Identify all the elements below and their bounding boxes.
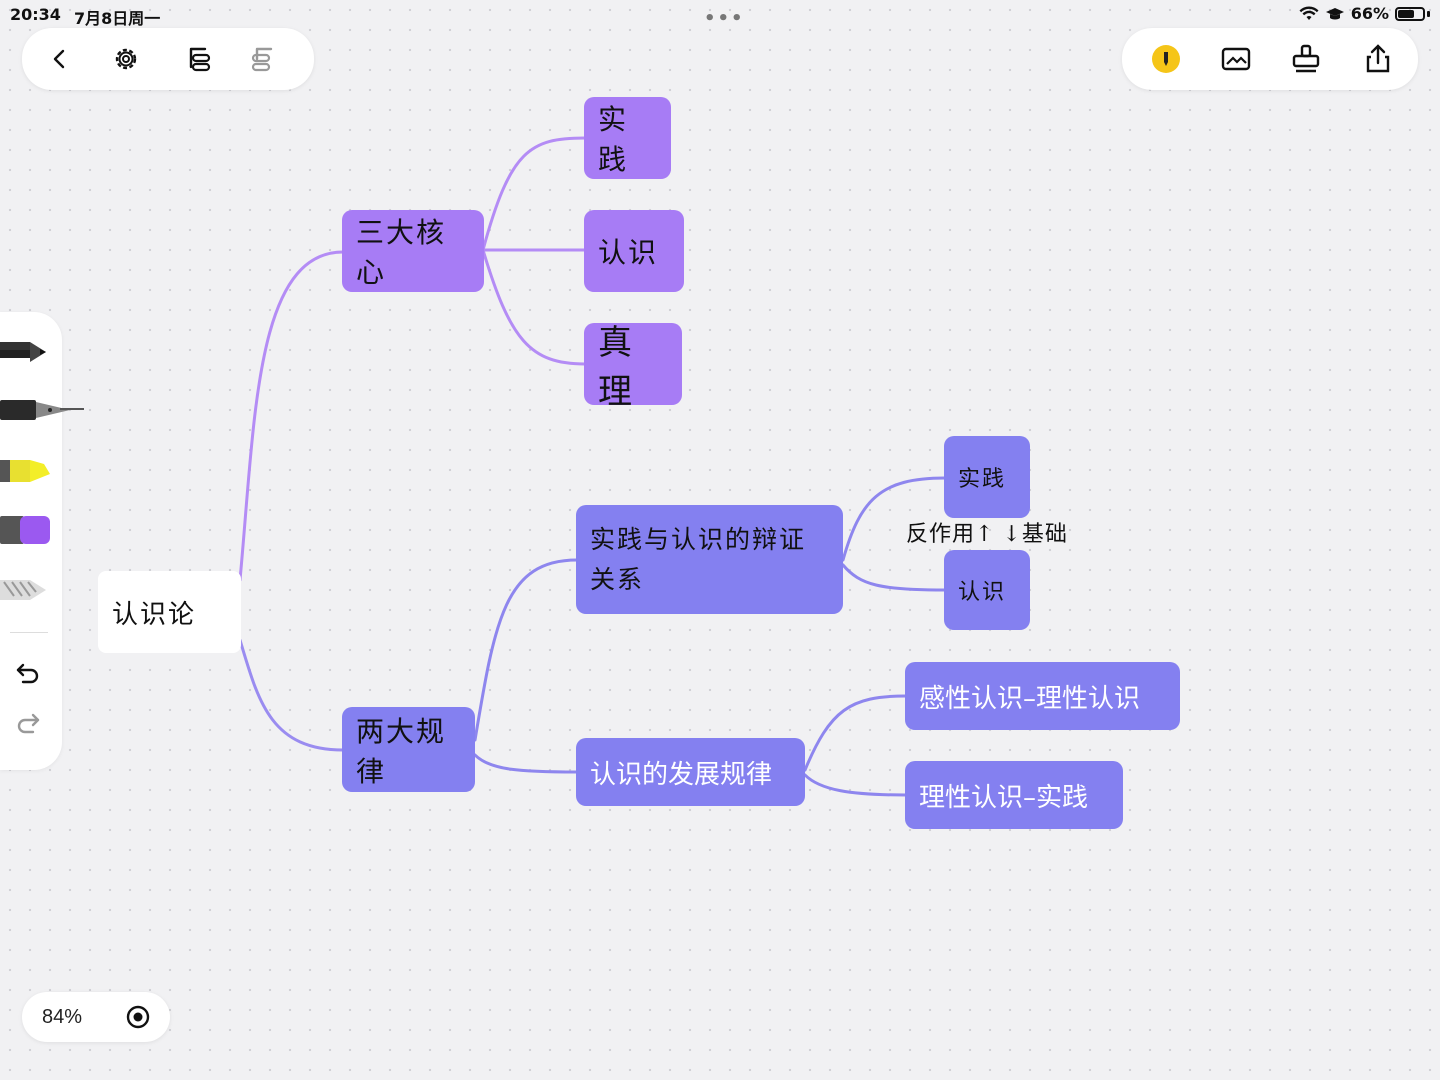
core-practice-label: 实践 (598, 103, 629, 176)
node-three-cores[interactable]: 三大核心 (342, 210, 484, 292)
node-relation-practice[interactable]: 实践 (944, 436, 1030, 518)
connector-relation-cognition (841, 563, 947, 592)
connector-development-rational (803, 773, 908, 797)
core-truth-label: 真理 (598, 323, 634, 412)
handwritten-annotation: 反作用↑ ↓基础 (906, 522, 1068, 547)
connector-laws-relation (473, 558, 579, 742)
connector-development-perceptual (803, 694, 908, 772)
node-perceptual-rational[interactable]: 感性认识–理性认识 (905, 662, 1180, 730)
zoom-control[interactable]: 84% (22, 992, 170, 1042)
node-core-truth[interactable]: 真理 (584, 323, 682, 412)
root-label: 认识论 (112, 599, 197, 630)
three-cores-label: 三大核心 (356, 216, 447, 289)
development-law-label: 认识的发展规律 (590, 759, 773, 790)
node-dialectical-relation[interactable]: 实践与认识的辩证关系 (576, 505, 843, 614)
relation-practice-label: 实践 (958, 467, 1007, 492)
target-icon[interactable] (126, 1005, 150, 1029)
rational-practice-label: 理性认识–实践 (919, 782, 1089, 813)
zoom-level: 84% (42, 1006, 83, 1028)
node-two-laws[interactable]: 两大规律 (342, 707, 475, 792)
two-laws-label: 两大规律 (356, 714, 447, 788)
connector-root-core (238, 250, 345, 582)
node-development-law[interactable]: 认识的发展规律 (576, 738, 805, 806)
connector-laws-development (473, 753, 579, 774)
core-cognition-label: 认识 (598, 236, 659, 269)
perceptual-rational-label: 感性认识–理性认识 (919, 683, 1141, 714)
relation-cognition-label: 认识 (958, 580, 1007, 605)
connector-root-laws (238, 638, 345, 752)
connector-core-truth (481, 248, 587, 366)
dialectical-relation-label: 实践与认识的辩证关系 (590, 524, 807, 594)
node-core-cognition[interactable]: 认识 (584, 210, 684, 292)
node-relation-cognition[interactable]: 认识 (944, 550, 1030, 630)
mindmap-root-node[interactable]: 认识论 (98, 571, 241, 653)
node-core-practice[interactable]: 实践 (584, 97, 671, 179)
node-rational-practice[interactable]: 理性认识–实践 (905, 761, 1123, 829)
connector-core-practice (481, 136, 587, 252)
